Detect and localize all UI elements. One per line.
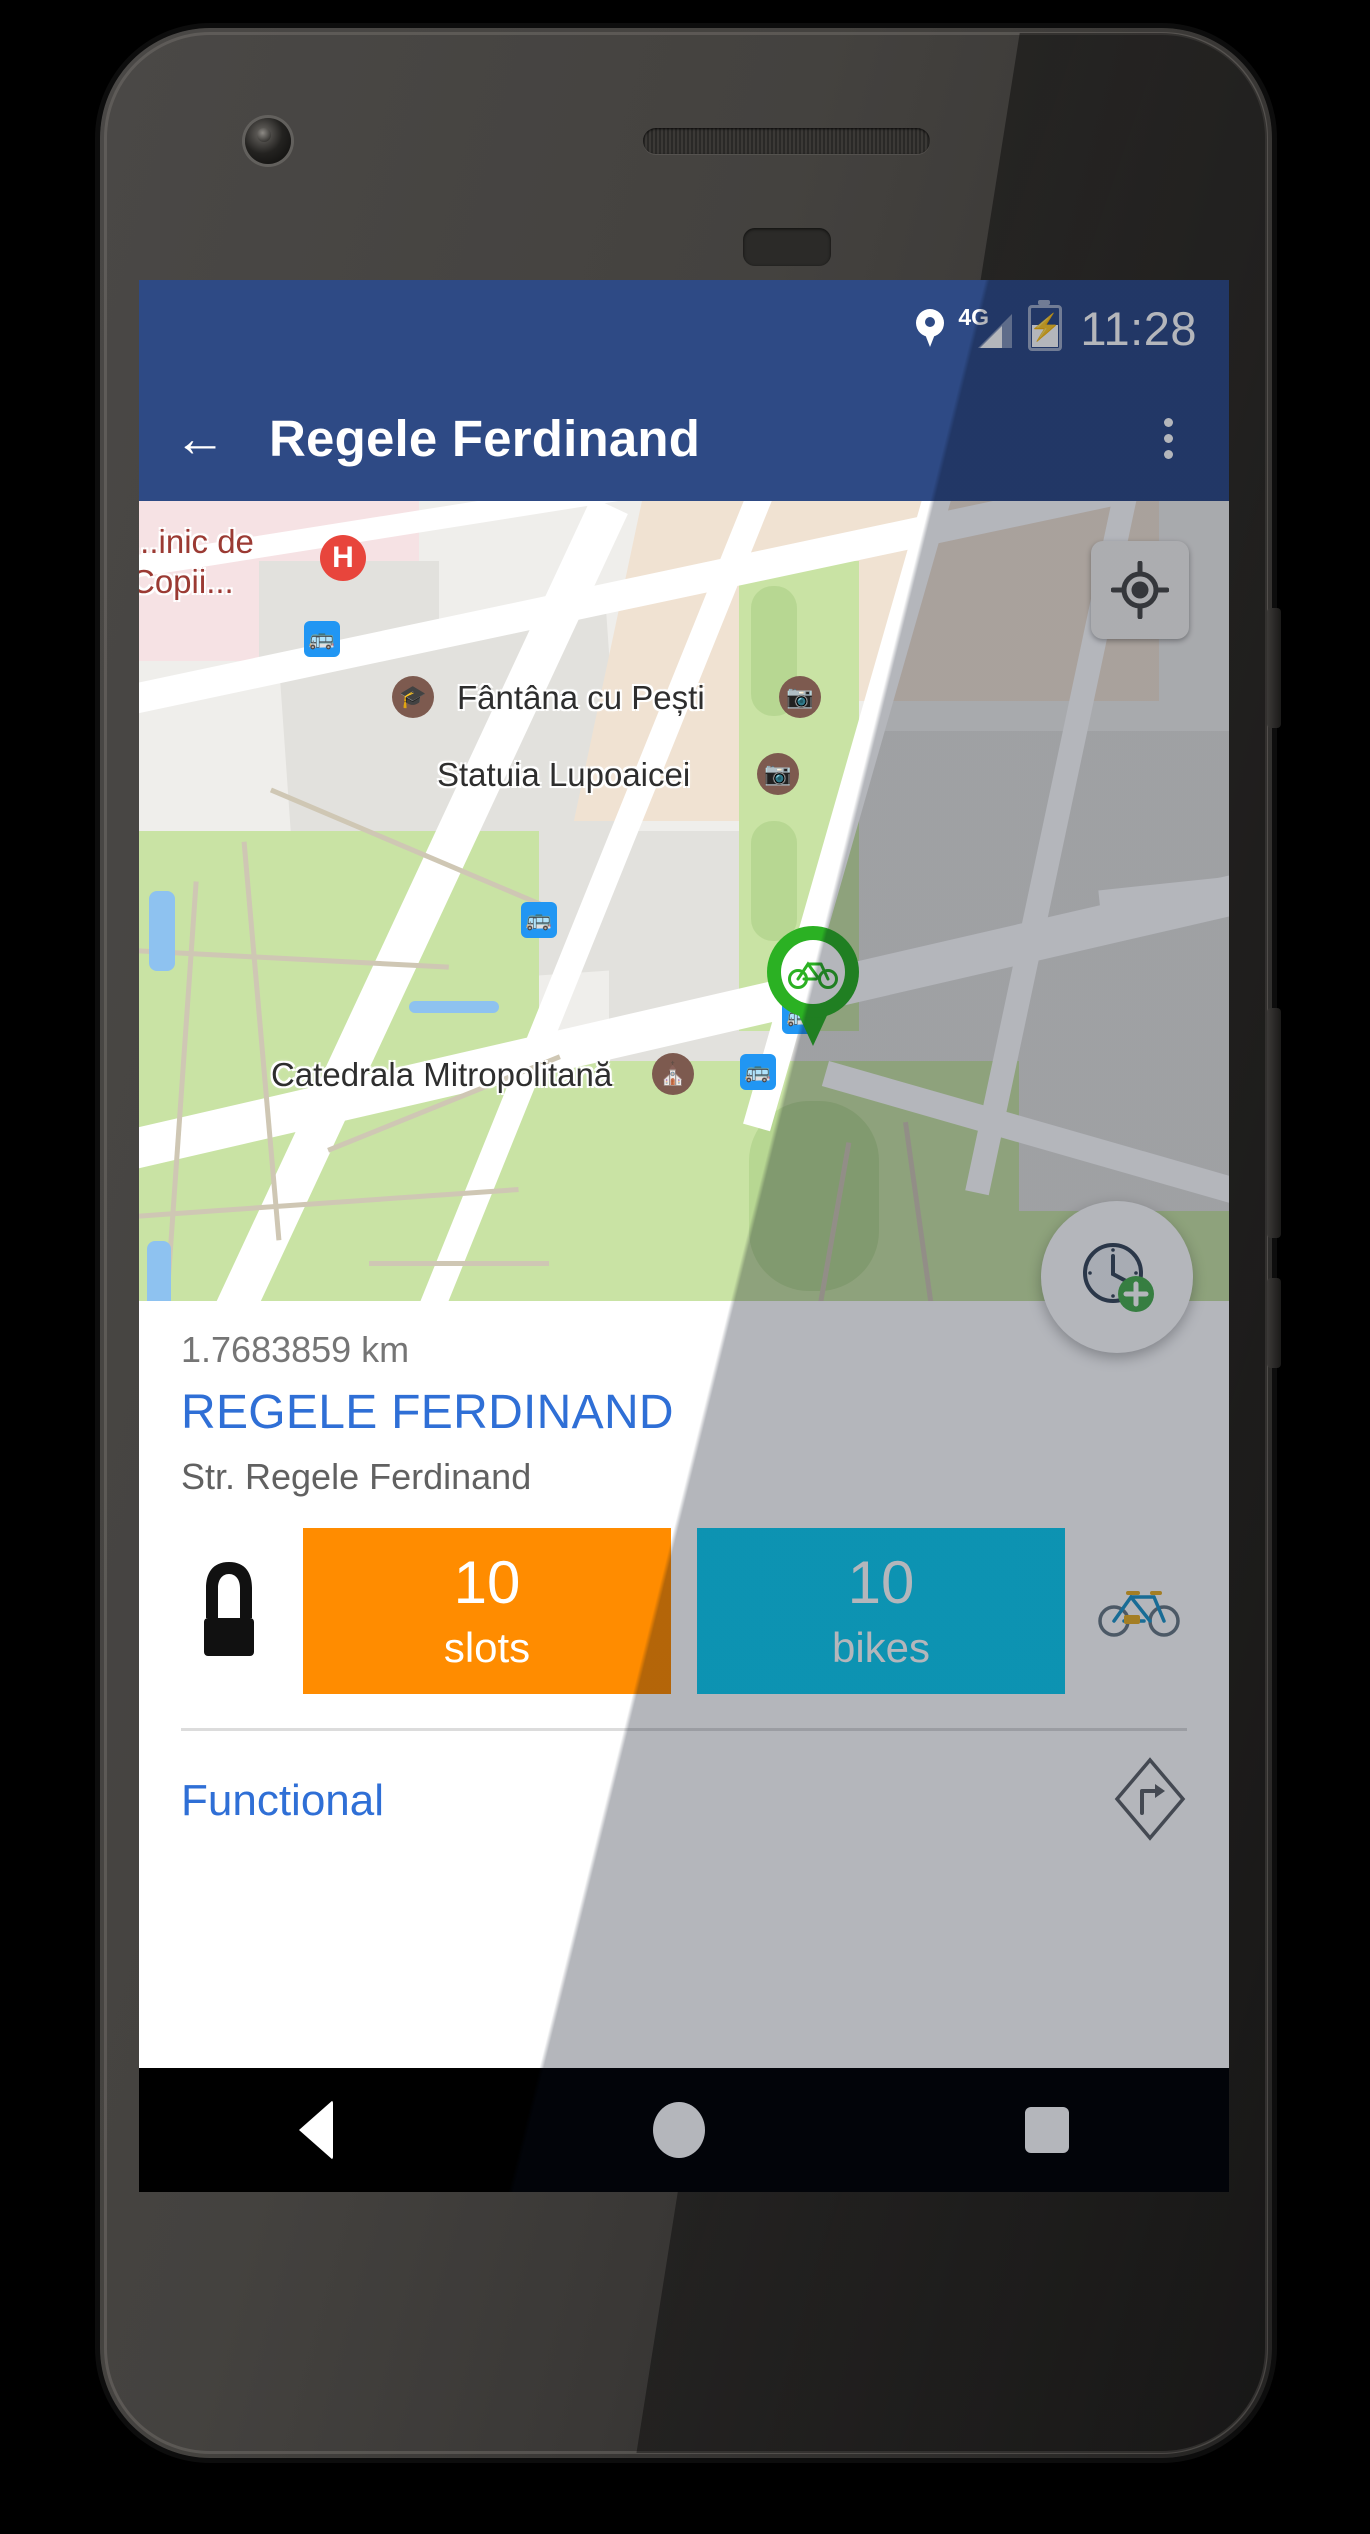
app-bar: ← Regele Ferdinand bbox=[139, 376, 1229, 501]
signal-4g-icon: 4G bbox=[958, 304, 1013, 348]
map-path bbox=[369, 1261, 549, 1266]
map-label: Statuia Lupoaicei bbox=[437, 756, 691, 793]
nav-home-icon[interactable] bbox=[653, 2102, 705, 2158]
nav-recents-icon[interactable] bbox=[1025, 2107, 1069, 2153]
status-row: Functional bbox=[181, 1731, 1187, 1871]
bicycle-pin-icon[interactable] bbox=[767, 926, 859, 1046]
status-clock: 11:28 bbox=[1080, 301, 1197, 355]
map-water bbox=[147, 1241, 171, 1301]
station-name: REGELE FERDINAND bbox=[181, 1386, 674, 1439]
photo-poi-icon[interactable]: 📷 bbox=[757, 753, 799, 795]
map-water bbox=[409, 1001, 499, 1013]
map-label: Fântâna cu Pești bbox=[457, 679, 705, 716]
status-badge[interactable]: Functional bbox=[181, 1776, 384, 1826]
slots-tile[interactable]: 10 slots bbox=[303, 1528, 671, 1694]
map-label: Catedrala Mitropolitană bbox=[271, 1056, 613, 1093]
map-label: ...inic de bbox=[139, 523, 254, 560]
screenshot-root: 4G ⚡ 11:28 ← Regele Ferdinand ...inic de… bbox=[0, 0, 1370, 2534]
page-title: Regele Ferdinand bbox=[269, 410, 701, 467]
bicycle-icon bbox=[1091, 1583, 1187, 1639]
side-button-lower[interactable] bbox=[1267, 1278, 1281, 1368]
map-water bbox=[149, 891, 175, 971]
station-address: Str. Regele Ferdinand bbox=[181, 1456, 532, 1497]
hospital-h-icon[interactable]: H bbox=[320, 535, 366, 581]
directions-turn-right-icon[interactable] bbox=[1113, 1756, 1187, 1846]
bus-stop-icon[interactable]: 🚌 bbox=[521, 902, 557, 938]
station-info-card: 1.7683859 km REGELE FERDINAND Str. Regel… bbox=[139, 1201, 1229, 1871]
bicycle-glyph bbox=[788, 961, 838, 989]
front-camera bbox=[245, 118, 291, 164]
back-arrow-icon[interactable]: ← bbox=[169, 408, 231, 470]
clock-add-icon[interactable] bbox=[1041, 1201, 1193, 1353]
bikes-count: 10 bbox=[847, 1549, 915, 1616]
side-button-upper[interactable] bbox=[1267, 608, 1281, 728]
my-location-icon[interactable] bbox=[1091, 541, 1189, 639]
bus-stop-icon[interactable]: 🚌 bbox=[740, 1054, 776, 1090]
photo-poi-icon[interactable]: 📷 bbox=[779, 676, 821, 718]
battery-charging-icon: ⚡ bbox=[1028, 300, 1063, 351]
status-icons: 4G ⚡ bbox=[916, 300, 1063, 351]
slots-label: slots bbox=[443, 1624, 531, 1671]
phone-screen: 4G ⚡ 11:28 ← Regele Ferdinand ...inic de… bbox=[139, 280, 1229, 2192]
church-poi-icon[interactable]: ⛪ bbox=[652, 1053, 694, 1095]
overflow-menu-icon[interactable] bbox=[1137, 408, 1199, 470]
u-lock-icon bbox=[181, 1556, 277, 1666]
bikes-label: bikes bbox=[831, 1624, 931, 1671]
status-bar: 4G ⚡ 11:28 bbox=[139, 280, 1229, 376]
availability-row: 10 slots 10 bikes bbox=[181, 1528, 1187, 1694]
slots-count: 10 bbox=[453, 1549, 521, 1616]
proximity-sensor bbox=[743, 228, 831, 266]
map-label: Copii... bbox=[139, 563, 234, 600]
location-pin-icon bbox=[916, 309, 945, 347]
bikes-tile[interactable]: 10 bikes bbox=[697, 1528, 1065, 1694]
map-green-detail bbox=[751, 821, 797, 941]
nav-back-icon[interactable] bbox=[299, 2100, 333, 2160]
earpiece-speaker bbox=[643, 128, 930, 154]
university-poi-icon[interactable]: 🎓 bbox=[392, 676, 434, 718]
distance-text: 1.7683859 km bbox=[181, 1329, 410, 1370]
android-nav-bar bbox=[139, 2068, 1229, 2192]
map-view[interactable]: ...inic de Copii... H Fântâna cu Pești 📷… bbox=[139, 501, 1229, 1301]
bus-stop-icon[interactable]: 🚌 bbox=[304, 621, 340, 657]
side-button-mid[interactable] bbox=[1267, 1008, 1281, 1238]
